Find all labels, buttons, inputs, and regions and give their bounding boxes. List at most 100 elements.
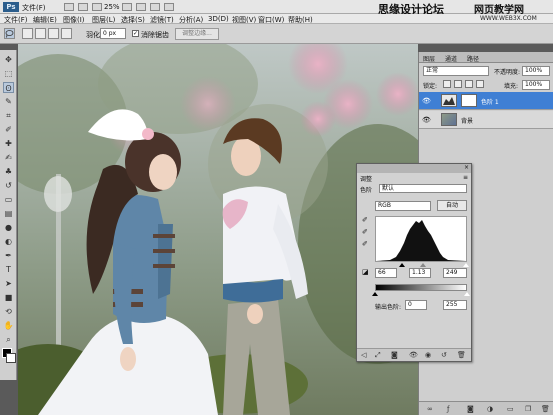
blend-mode-select[interactable]: 正常 xyxy=(423,66,489,76)
channel-select[interactable]: RGB xyxy=(375,201,431,211)
marquee-icon[interactable]: ⬚ xyxy=(3,68,14,79)
tab-channels[interactable]: 通道 xyxy=(445,54,457,63)
fill-input[interactable]: 100% xyxy=(522,80,550,90)
layers-panel-toolbar: ∞ ƒ ◙ ◑ ▭ ❐ 🗑 xyxy=(419,401,553,415)
input-black-field[interactable]: 66 xyxy=(375,268,397,278)
subtract-selection-icon[interactable] xyxy=(48,28,59,39)
auto-button[interactable]: 自动 xyxy=(437,200,467,211)
delete-layer-icon[interactable]: 🗑 xyxy=(541,405,550,413)
lock-transparent-icon[interactable] xyxy=(443,80,451,88)
antialias-checkbox[interactable]: ✓ xyxy=(132,30,139,37)
new-selection-icon[interactable] xyxy=(22,28,33,39)
output-black-slider[interactable] xyxy=(372,292,378,296)
layer-name[interactable]: 背景 xyxy=(461,116,473,125)
zoom-icon[interactable]: ⌕ xyxy=(3,334,14,345)
gray-point-eyedropper-icon[interactable]: ✐ xyxy=(362,228,368,236)
quick-select-icon[interactable]: ✎ xyxy=(3,96,14,107)
gradient-icon[interactable]: ▤ xyxy=(3,208,14,219)
input-gamma-field[interactable]: 1.13 xyxy=(409,268,431,278)
rotate-view-icon[interactable] xyxy=(136,3,146,11)
clip-to-layer-icon[interactable]: ◙ xyxy=(391,351,398,359)
crop-icon[interactable]: ⌗ xyxy=(3,110,14,121)
layer-style-icon[interactable]: ƒ xyxy=(447,405,449,413)
return-to-list-icon[interactable]: ◁ xyxy=(361,351,366,359)
eye-icon[interactable]: 👁 xyxy=(422,116,431,124)
feather-input[interactable]: 0 px xyxy=(100,28,126,39)
input-gamma-slider[interactable] xyxy=(420,263,426,267)
pen-icon[interactable]: ✒ xyxy=(3,250,14,261)
lasso-icon[interactable] xyxy=(4,28,15,39)
panel-header[interactable]: × xyxy=(357,164,471,173)
intersect-selection-icon[interactable] xyxy=(61,28,72,39)
levels-adjustment-thumb xyxy=(441,94,457,107)
blur-icon[interactable]: ● xyxy=(3,222,14,233)
new-adjustment-icon[interactable]: ◑ xyxy=(487,405,493,413)
brush-icon[interactable]: ✍ xyxy=(3,152,14,163)
layer-name[interactable]: 色阶 1 xyxy=(481,97,499,106)
add-mask-icon[interactable]: ◙ xyxy=(467,405,474,413)
zoom-level[interactable]: 25% xyxy=(104,3,120,11)
arrange-docs-icon[interactable] xyxy=(150,3,160,11)
input-white-slider[interactable] xyxy=(463,263,469,267)
watermark-url: WWW.WEB3X.COM xyxy=(480,15,537,22)
antialias-label: 消除锯齿 xyxy=(141,31,169,39)
input-black-slider[interactable] xyxy=(399,263,405,267)
menu-icon[interactable]: ≡ xyxy=(463,174,468,181)
menu-file[interactable]: 文件(F) xyxy=(22,3,46,13)
tab-paths[interactable]: 路径 xyxy=(467,54,479,63)
3d-rotate-icon[interactable]: ⟲ xyxy=(3,306,14,317)
black-point-eyedropper-icon[interactable]: ✐ xyxy=(362,216,368,224)
shape-icon[interactable]: ■ xyxy=(3,292,14,303)
tab-layers[interactable]: 图层 xyxy=(423,54,435,63)
eraser-icon[interactable]: ▭ xyxy=(3,194,14,205)
tools-panel: ✥ ⬚ ʘ ✎ ⌗ ✐ ✚ ✍ ♣ ↺ ▭ ▤ ● ◐ ✒ T ➤ ■ ⟲ ✋ … xyxy=(0,50,17,380)
link-layers-icon[interactable]: ∞ xyxy=(427,405,433,413)
toggle-visibility-icon[interactable]: 👁 xyxy=(409,351,418,359)
lock-label: 锁定: xyxy=(423,83,438,90)
expand-view-icon[interactable]: ⤢ xyxy=(375,351,381,360)
preset-select[interactable]: 默认 xyxy=(379,184,467,193)
screen-mode-icon[interactable] xyxy=(164,3,174,11)
lock-position-icon[interactable] xyxy=(465,80,473,88)
white-point-eyedropper-icon[interactable]: ✐ xyxy=(362,240,368,248)
opacity-input[interactable]: 100% xyxy=(522,66,550,76)
healing-icon[interactable]: ✚ xyxy=(3,138,14,149)
hand-tool-icon[interactable] xyxy=(122,3,132,11)
refine-edge-button[interactable]: 调整边缘... xyxy=(175,28,219,40)
new-group-icon[interactable]: ▭ xyxy=(507,405,514,413)
launch-bridge-icon[interactable] xyxy=(64,3,74,11)
lock-all-icon[interactable] xyxy=(476,80,484,88)
close-icon[interactable]: × xyxy=(464,164,469,171)
layer-row-levels[interactable]: 👁 色阶 1 xyxy=(419,92,553,110)
input-white-field[interactable]: 249 xyxy=(443,268,467,278)
layer-mask-thumb[interactable] xyxy=(461,94,477,107)
output-black-field[interactable]: 0 xyxy=(405,300,427,310)
dodge-icon[interactable]: ◐ xyxy=(3,236,14,247)
background-color-swatch[interactable] xyxy=(6,353,16,363)
text-icon[interactable]: T xyxy=(3,264,14,275)
layer-row-background[interactable]: 👁 背景 xyxy=(419,111,553,129)
reset-icon[interactable]: ↺ xyxy=(441,351,447,359)
path-select-icon[interactable]: ➤ xyxy=(3,278,14,289)
menu-3d[interactable]: 3D(D) xyxy=(208,15,229,23)
move-icon[interactable]: ✥ xyxy=(3,54,14,65)
output-white-field[interactable]: 255 xyxy=(443,300,467,310)
clipping-icon[interactable]: ◪ xyxy=(362,268,369,276)
adjustments-toolbar: ◁ ⤢ ◙ 👁 ◉ ↺ 🗑 xyxy=(357,348,471,361)
stamp-icon[interactable]: ♣ xyxy=(3,166,14,177)
add-selection-icon[interactable] xyxy=(35,28,46,39)
view-extras-icon[interactable] xyxy=(92,3,102,11)
output-white-slider[interactable] xyxy=(464,292,470,296)
eyedropper-icon[interactable]: ✐ xyxy=(3,124,14,135)
history-brush-icon[interactable]: ↺ xyxy=(3,180,14,191)
hand-icon[interactable]: ✋ xyxy=(3,320,14,331)
lasso-icon[interactable]: ʘ xyxy=(3,82,14,93)
launch-minibridge-icon[interactable] xyxy=(78,3,88,11)
lock-image-icon[interactable] xyxy=(454,80,462,88)
view-previous-icon[interactable]: ◉ xyxy=(425,351,431,359)
delete-adjustment-icon[interactable]: 🗑 xyxy=(457,351,466,359)
new-layer-icon[interactable]: ❐ xyxy=(525,405,531,413)
eye-icon[interactable]: 👁 xyxy=(422,97,431,105)
output-gradient-bar xyxy=(375,284,467,291)
tab-adjustments[interactable]: 调整 xyxy=(360,174,372,183)
